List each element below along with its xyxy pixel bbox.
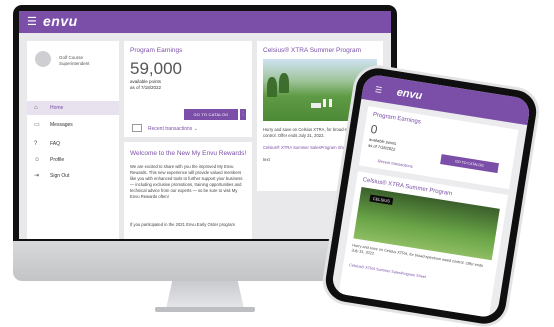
hamburger-menu-icon[interactable]: ☰ <box>27 16 37 28</box>
celsius-badge: CELSIUS <box>369 194 394 206</box>
brand-logo: envu <box>43 13 78 29</box>
points-date: as of 7/18/2022 <box>130 85 162 90</box>
user-role-line2: Superintendent <box>59 61 90 66</box>
sidebar-item-label: Sign Out <box>50 173 70 179</box>
welcome-text-2: If you participated in the 2021 Envu Ear… <box>130 222 235 227</box>
sidebar-item-home[interactable]: ⌂ Home <box>27 101 119 115</box>
monitor-foot <box>155 307 255 312</box>
help-icon: ? <box>34 141 38 147</box>
apple-logo-icon <box>196 247 214 267</box>
more-options-icon[interactable]: ⋮ <box>240 109 246 120</box>
tree <box>267 77 277 97</box>
tree <box>279 73 289 93</box>
golfer <box>329 99 332 107</box>
points-value: 0 <box>369 121 379 137</box>
sidebar-item-signout[interactable]: ⇥ Sign Out <box>27 169 119 183</box>
points-value: 59,000 <box>130 59 182 78</box>
transactions-icon <box>132 124 142 132</box>
sidebar-item-profile[interactable]: ☺ Profile <box>27 153 119 167</box>
points-label: available points <box>130 79 162 84</box>
program-sheet-link[interactable]: Celsius® XTRA Summer SalesProgram Sheet <box>263 145 349 150</box>
welcome-text: We are excited to share with you the imp… <box>130 164 243 199</box>
mobile-celsius-card: Celsius® XTRA Summer Program CELSIUS Hur… <box>338 171 509 318</box>
recent-transactions-toggle[interactable]: Recent transactions ⌄ <box>148 126 198 132</box>
sidebar: Golf Course Superintendent ⌂ Home ▭ Mess… <box>27 41 119 239</box>
program-sheet-link[interactable]: Celsius® XTRA Summer SalesProgram Sheet <box>349 263 426 279</box>
brand-logo: envu <box>395 86 424 103</box>
monitor-stand <box>166 281 244 309</box>
golfer <box>323 99 326 107</box>
sidebar-item-label: Home <box>50 105 64 111</box>
program-earnings-card: Program Earnings 59,000 available points… <box>124 41 252 137</box>
sidebar-item-faq[interactable]: ? FAQ <box>27 137 119 151</box>
home-icon: ⌂ <box>34 105 38 111</box>
go-to-catalog-button[interactable]: GO TO CATALOG <box>440 154 499 174</box>
golf-cart <box>311 103 321 108</box>
user-role-line1: Golf Course <box>59 55 84 60</box>
recent-transactions-label: Recent transactions <box>148 126 193 132</box>
avatar <box>35 51 51 67</box>
message-icon: ▭ <box>34 122 40 128</box>
mobile-phone: ☰ envu Program Earnings 0 available poin… <box>322 65 540 327</box>
sidebar-item-messages[interactable]: ▭ Messages <box>27 118 119 132</box>
hamburger-menu-icon[interactable]: ☰ <box>374 85 382 95</box>
desktop-screen: ☰ envu Golf Course Superintendent ⌂ Home… <box>19 11 391 239</box>
top-bar: ☰ envu <box>19 11 391 33</box>
user-icon: ☺ <box>34 157 41 163</box>
recent-transactions-toggle[interactable]: Recent transactions <box>377 158 413 168</box>
mobile-screen: ☰ envu Program Earnings 0 available poin… <box>330 73 532 319</box>
signout-icon: ⇥ <box>34 173 40 179</box>
user-role: Golf Course Superintendent <box>59 55 114 67</box>
sidebar-item-label: FAQ <box>50 141 61 147</box>
welcome-card: Welcome to the New My Envu Rewards! We a… <box>124 142 252 239</box>
sidebar-item-label: Messages <box>50 122 73 128</box>
card-title: Celsius® XTRA Summer Program <box>263 47 361 54</box>
card-title: Welcome to the New My Envu Rewards! <box>130 150 247 157</box>
go-to-catalog-button[interactable]: GO TO CATALOG <box>184 109 238 120</box>
card-title: Program Earnings <box>130 47 183 54</box>
sidebar-item-label: Profile <box>50 157 65 163</box>
card-title: Program Earnings <box>372 111 422 126</box>
